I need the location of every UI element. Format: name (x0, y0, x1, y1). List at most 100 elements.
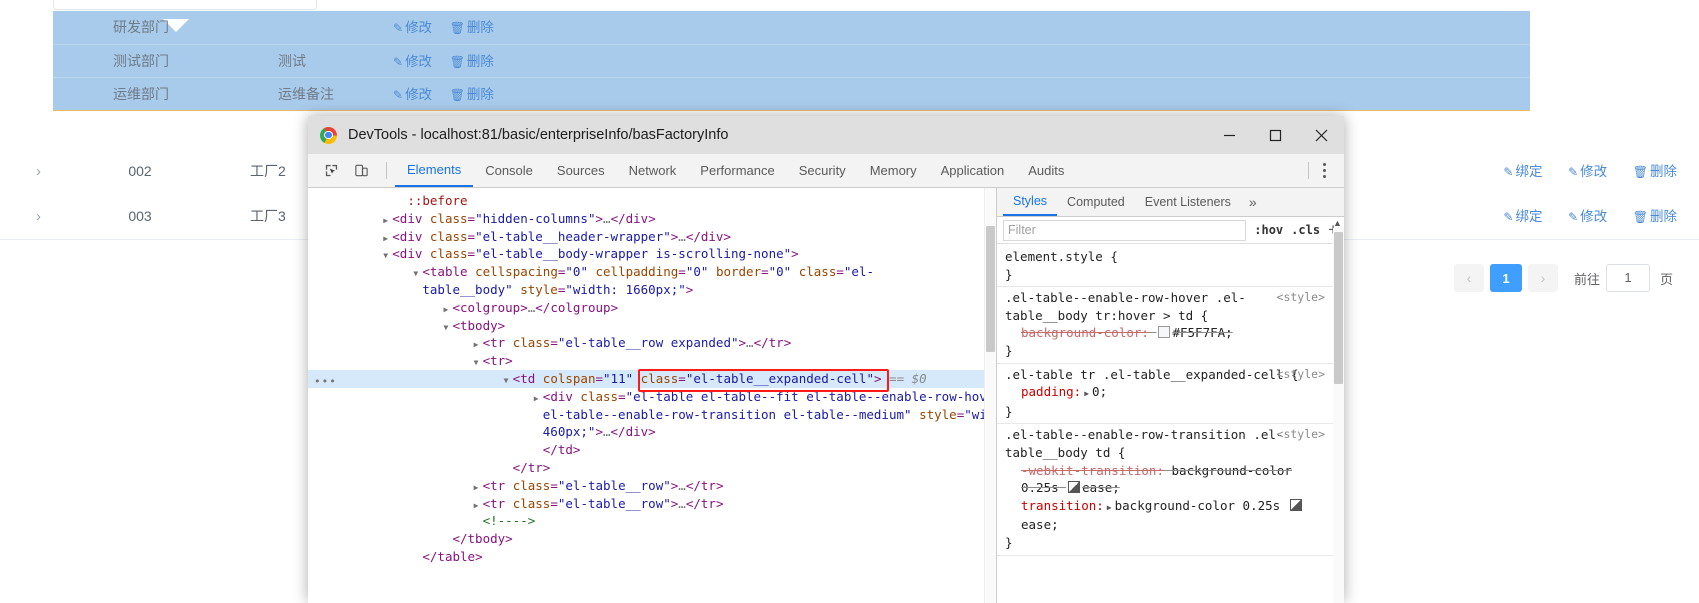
dom-tree-node[interactable]: <div class="hidden-columns">…</div> (308, 210, 996, 228)
inspect-element-icon[interactable] (318, 159, 344, 183)
declaration-property[interactable]: padding: (1021, 384, 1081, 399)
subtable-row[interactable]: 运维部门 运维备注 ✎ 修改 🗑 删除 (53, 77, 1530, 111)
maximize-button[interactable] (1252, 116, 1298, 154)
pagination-prev-button[interactable]: ‹ (1453, 264, 1484, 292)
subtable-row[interactable]: 测试部门 测试 ✎ 修改 🗑 删除 (53, 44, 1530, 78)
dom-tree-node[interactable]: </table> (308, 548, 996, 566)
device-toolbar-icon[interactable] (348, 159, 374, 183)
style-rule[interactable]: <style> .el-table tr .el-table__expanded-… (997, 364, 1333, 425)
dom-tree-node[interactable]: <tr class="el-table__row">…</tr> (308, 477, 996, 495)
declaration-value[interactable]: #F5F7FA; (1172, 325, 1232, 340)
dom-tree-node[interactable]: <table cellspacing="0" cellpadding="0" b… (308, 263, 996, 281)
style-rule-source-link[interactable]: <style> (1277, 289, 1325, 307)
declaration-property[interactable]: transition: (1021, 498, 1104, 513)
styles-scrollbar[interactable] (1333, 228, 1344, 603)
dom-tree-node[interactable]: <div class="el-table__header-wrapper">…<… (308, 228, 996, 246)
dom-tree-node[interactable]: el-table--enable-row-transition el-table… (308, 406, 996, 424)
tab-memory[interactable]: Memory (858, 155, 929, 187)
declaration-property[interactable]: -webkit-transition: (1021, 463, 1164, 478)
tab-audits[interactable]: Audits (1016, 155, 1076, 187)
pagination-goto-input[interactable]: 1 (1605, 264, 1650, 292)
row-expand-icon[interactable]: › (36, 194, 41, 239)
dom-token: cellpadding (595, 264, 679, 280)
dom-tree-node[interactable]: ::before (308, 192, 996, 210)
style-rule[interactable]: element.style {} (997, 246, 1333, 288)
delete-link[interactable]: 🗑 删除 (1633, 209, 1677, 224)
dom-tree-node[interactable]: </tr> (308, 459, 996, 477)
edit-link[interactable]: ✎ 修改 (393, 20, 432, 35)
style-rule-selector[interactable]: element.style { (1005, 248, 1325, 266)
delete-link[interactable]: 🗑 删除 (450, 20, 494, 35)
dom-tree-node[interactable]: <tr class="el-table__row expanded">…</tr… (308, 334, 996, 352)
dom-tree-node[interactable]: </tbody> (308, 530, 996, 548)
style-rule-source-link[interactable]: <style> (1277, 426, 1325, 444)
more-options-icon[interactable] (1319, 159, 1330, 181)
edit-link[interactable]: ✎ 修改 (393, 87, 432, 102)
declaration-value[interactable]: 0; (1092, 384, 1107, 399)
style-declaration[interactable]: padding: ▶ 0; (1005, 383, 1325, 403)
pagination-page-1[interactable]: 1 (1489, 264, 1522, 292)
tab-security[interactable]: Security (787, 155, 858, 187)
tab-styles[interactable]: Styles (1003, 188, 1058, 216)
dom-tree-pane[interactable]: ::before <div class="hidden-columns">…</… (308, 188, 996, 603)
style-declaration[interactable]: -webkit-transition: background-color 0.2… (1005, 462, 1325, 497)
tab-performance[interactable]: Performance (688, 155, 786, 187)
style-declaration[interactable]: transition: ▶ background-color 0.25s ease; (1005, 497, 1325, 534)
style-rule[interactable]: <style> .el-table--enable-row-transition … (997, 424, 1333, 556)
edit-link[interactable]: ✎ 修改 (393, 54, 432, 69)
hov-toggle-button[interactable]: :hov (1254, 223, 1283, 237)
style-rule[interactable]: <style> .el-table--enable-row-hover .el-t… (997, 287, 1333, 364)
close-button[interactable] (1298, 116, 1344, 154)
styles-scrollbar-thumb[interactable] (1334, 232, 1343, 384)
tab-sources[interactable]: Sources (545, 155, 617, 187)
dom-scrollbar[interactable] (984, 188, 996, 603)
dom-token: … (678, 228, 686, 244)
pagination-next-button[interactable]: › (1527, 264, 1558, 292)
dom-tree-node[interactable]: <tbody> (308, 317, 996, 335)
row-expand-icon[interactable]: › (36, 149, 41, 194)
tab-network[interactable]: Network (617, 155, 689, 187)
delete-link[interactable]: 🗑 删除 (450, 54, 494, 69)
dom-tree-node[interactable]: ••• <td colspan="11" class="el-table__ex… (308, 369, 996, 388)
cls-toggle-button[interactable]: .cls (1291, 223, 1320, 237)
color-swatch-icon[interactable] (1158, 326, 1171, 339)
styles-sidebar-up-arrow[interactable]: ▲ (1333, 218, 1343, 228)
dom-token: class (512, 477, 551, 493)
tab-console[interactable]: Console (473, 155, 545, 187)
tab-event-listeners[interactable]: Event Listeners (1135, 189, 1241, 216)
delete-link[interactable]: 🗑 删除 (450, 87, 494, 102)
dom-token: tr (490, 353, 506, 369)
subtable-row[interactable]: 研发部门 ✎ 修改 🗑 删除 (53, 11, 1530, 44)
dom-tree-node[interactable]: 460px;">…</div> (308, 423, 996, 441)
dom-scrollbar-thumb[interactable] (986, 226, 995, 352)
minimize-button[interactable] (1206, 116, 1252, 154)
tab-elements[interactable]: Elements (395, 154, 474, 187)
dom-tree-node[interactable]: <colgroup>…</colgroup> (308, 299, 996, 317)
dom-token: class (512, 495, 551, 511)
dom-tree-node[interactable]: <div class="el-table__body-wrapper is-sc… (308, 245, 996, 263)
dom-token: "0" (685, 264, 709, 280)
declaration-property[interactable]: background-color: (1021, 325, 1149, 340)
dom-tree-node[interactable]: <!----> (308, 512, 996, 530)
delete-link[interactable]: 🗑 删除 (1633, 164, 1677, 179)
edit-link[interactable]: ✎ 修改 (1568, 164, 1607, 179)
dom-token: > (595, 210, 604, 226)
declaration-expand-icon[interactable]: ▶ (1084, 385, 1089, 403)
dom-tree-node[interactable]: </td> (308, 441, 996, 459)
style-declaration[interactable]: background-color: #F5F7FA; (1005, 324, 1325, 342)
tab-computed[interactable]: Computed (1057, 189, 1135, 216)
dom-tree-node[interactable]: table__body" style="width: 1660px;"> (308, 281, 996, 299)
style-rule-source-link[interactable]: <style> (1277, 366, 1325, 384)
bezier-curve-icon[interactable] (1289, 498, 1302, 511)
styles-more-tabs-icon[interactable]: » (1241, 189, 1265, 216)
dom-tree-node[interactable]: <tr> (308, 352, 996, 370)
bind-link[interactable]: ✎ 绑定 (1503, 209, 1542, 224)
edit-link[interactable]: ✎ 修改 (1568, 209, 1607, 224)
styles-filter-input[interactable]: Filter (1003, 219, 1247, 241)
dom-tree-node[interactable]: <div class="el-table el-table--fit el-ta… (308, 388, 996, 406)
bind-link[interactable]: ✎ 绑定 (1503, 164, 1542, 179)
dom-tree-node[interactable]: <tr class="el-table__row">…</tr> (308, 495, 996, 513)
bezier-curve-icon[interactable] (1068, 481, 1081, 494)
tab-application[interactable]: Application (929, 155, 1017, 187)
declaration-expand-icon[interactable]: ▶ (1107, 499, 1112, 517)
